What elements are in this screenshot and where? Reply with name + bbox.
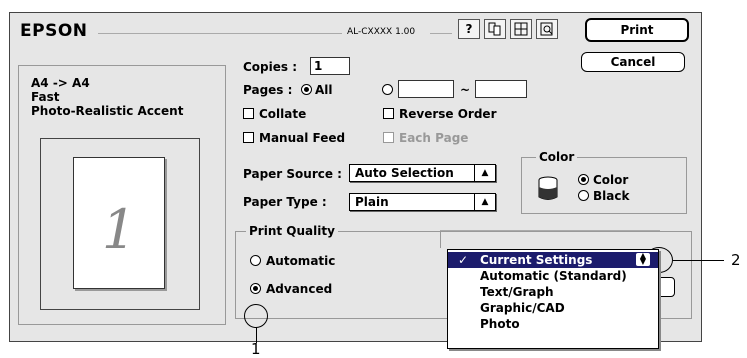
callout-circle-1 — [244, 304, 268, 328]
pages-from-input[interactable] — [398, 80, 454, 98]
dropdown-item-label: Current Settings — [480, 253, 593, 267]
black-radio-label: Black — [593, 189, 630, 203]
cancel-button[interactable]: Cancel — [581, 52, 685, 72]
paper-type-select[interactable]: Plain ▲ — [349, 193, 496, 211]
dropdown-item-automatic-standard[interactable]: Automatic (Standard) — [448, 268, 658, 284]
paper-source-select[interactable]: Auto Selection ▲ — [349, 164, 496, 182]
summary-line-quality: Photo-Realistic Accent — [31, 104, 184, 118]
print-quality-title: Print Quality — [246, 224, 338, 238]
help-icon[interactable]: ? — [458, 19, 480, 39]
brand-logo: EPSON — [20, 21, 88, 41]
paper-source-label: Paper Source : — [243, 167, 342, 181]
dropdown-item-text-graph[interactable]: Text/Graph — [448, 284, 658, 300]
automatic-radio[interactable] — [250, 255, 261, 266]
each-page-checkbox — [383, 132, 394, 143]
pages-all-radio[interactable] — [301, 84, 312, 95]
dropdown-item-photo[interactable]: Photo — [448, 316, 658, 332]
header-rule — [98, 33, 342, 34]
automatic-label: Automatic — [266, 254, 336, 268]
reverse-order-label: Reverse Order — [399, 107, 497, 121]
callout-number-2: 2 — [731, 251, 741, 269]
ink-cartridge-icon — [538, 176, 558, 200]
summary-line-paper: A4 -> A4 — [31, 76, 90, 90]
preview-page: 1 — [73, 157, 165, 289]
watermark-icon[interactable] — [510, 19, 532, 39]
advanced-radio[interactable] — [250, 283, 261, 294]
color-group: Color Color Black — [521, 150, 687, 214]
paper-source-value: Auto Selection — [355, 166, 454, 180]
copies-input[interactable]: 1 — [310, 57, 350, 75]
pages-to-input[interactable] — [475, 80, 527, 98]
paper-type-label: Paper Type : — [243, 195, 327, 209]
reverse-order-checkbox[interactable] — [383, 108, 394, 119]
dropdown-item-current-settings[interactable]: ✓ Current Settings ▲ ▼ — [448, 252, 658, 268]
pages-range-separator: ~ — [460, 83, 471, 97]
each-page-label: Each Page — [399, 131, 469, 145]
settings-dropdown-menu[interactable]: ✓ Current Settings ▲ ▼ Automatic (Standar… — [447, 249, 659, 349]
quality-divider — [440, 230, 441, 248]
popup-arrows-icon: ▲ — [474, 194, 495, 210]
advanced-label: Advanced — [266, 282, 333, 296]
popup-arrows-icon: ▲ — [474, 165, 495, 181]
popup-arrows-icon: ▲ ▼ — [636, 252, 650, 266]
manual-feed-label: Manual Feed — [259, 131, 346, 145]
layout-icon[interactable] — [484, 19, 506, 39]
checkmark-icon: ✓ — [458, 253, 469, 267]
callout-number-1: 1 — [251, 340, 261, 358]
pages-range-radio[interactable] — [382, 84, 393, 95]
collate-checkbox[interactable] — [243, 108, 254, 119]
pages-label: Pages : — [243, 83, 293, 97]
manual-feed-checkbox[interactable] — [243, 132, 254, 143]
callout-line-2 — [673, 260, 724, 261]
dropdown-item-graphic-cad[interactable]: Graphic/CAD — [448, 300, 658, 316]
summary-line-speed: Fast — [31, 90, 60, 104]
print-button[interactable]: Print — [585, 18, 689, 42]
quality-divider-top — [440, 230, 660, 231]
print-dialog: EPSON AL-CXXXX 1.00 ? Print Cancel A4 ->… — [9, 12, 702, 349]
pages-all-label: All — [315, 83, 333, 97]
preview-page-number: 1 — [101, 198, 137, 261]
page-preview: 1 — [40, 138, 200, 310]
black-radio[interactable] — [578, 190, 589, 201]
color-radio[interactable] — [578, 174, 589, 185]
color-radio-label: Color — [593, 173, 629, 187]
collate-label: Collate — [259, 107, 307, 121]
model-version: AL-CXXXX 1.00 — [347, 27, 416, 37]
paper-type-value: Plain — [355, 195, 389, 209]
header-rule-2 — [430, 33, 452, 34]
copies-label: Copies : — [243, 60, 298, 74]
color-group-title: Color — [536, 150, 578, 164]
preview-icon[interactable] — [536, 19, 558, 39]
